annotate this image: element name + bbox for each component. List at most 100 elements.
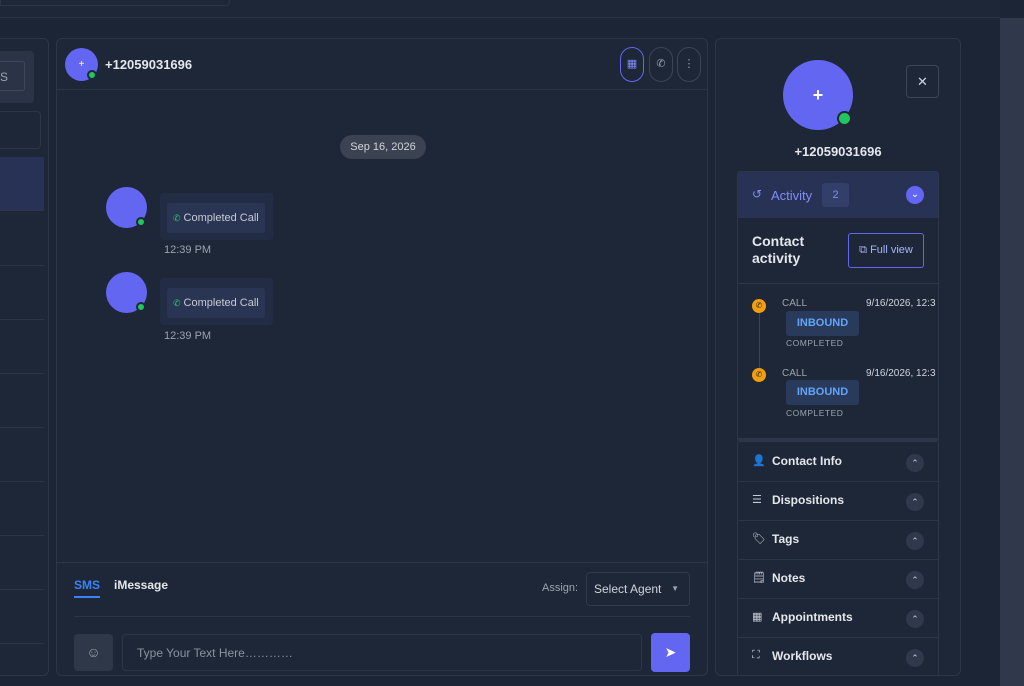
activity-date: 9/16/2026, 12:3 xyxy=(866,298,936,309)
full-view-label: Full view xyxy=(870,244,913,256)
conversation-item[interactable] xyxy=(0,482,44,536)
section-appointments[interactable]: ▦ Appointments ⌃ xyxy=(737,598,939,638)
chevron-up-icon[interactable]: ⌃ xyxy=(906,493,924,511)
top-bar xyxy=(0,0,1000,18)
grid-icon: ▦ xyxy=(626,58,638,70)
agent-select-value: Select Agent xyxy=(594,582,662,596)
emoji-button[interactable]: ☺ xyxy=(74,634,113,671)
call-button[interactable]: ✆ xyxy=(649,47,673,82)
close-icon: ✕ xyxy=(917,74,928,89)
conversation-item[interactable] xyxy=(0,428,44,482)
external-link-icon: ⧉ xyxy=(859,244,867,256)
direction-badge: INBOUND xyxy=(786,380,859,405)
section-label: Notes xyxy=(772,571,806,585)
calendar-icon: ▦ xyxy=(752,611,763,623)
conversation-item[interactable] xyxy=(0,374,44,428)
activity-section: ↺ Activity 2 ⌄ Contact activity ⧉ Full v… xyxy=(737,171,939,442)
note-icon: 🗒 xyxy=(752,572,766,584)
section-workflows[interactable]: ⛶ Workflows ⌃ xyxy=(737,637,939,675)
message-composer: SMS iMessage Assign: Select Agent ▼ ☺ ➤ xyxy=(57,562,707,675)
caret-down-icon: ▼ xyxy=(671,584,679,593)
chevron-up-icon[interactable]: ⌃ xyxy=(906,610,924,628)
call-message-card[interactable]: ✆ Completed Call xyxy=(160,193,273,240)
call-message-content: ✆ Completed Call xyxy=(167,288,265,318)
more-options-button[interactable]: ⋮ xyxy=(677,47,701,82)
contact-details-panel: + ✕ +12059031696 ↺ Activity 2 ⌄ Contact … xyxy=(715,38,961,676)
tab-imessage[interactable]: iMessage xyxy=(114,578,168,592)
tab-sms[interactable]: SMS xyxy=(74,578,101,598)
chevron-up-icon[interactable]: ⌃ xyxy=(906,454,924,472)
section-label: Appointments xyxy=(772,610,853,624)
call-message-card[interactable]: ✆ Completed Call xyxy=(160,278,273,325)
call-message-label: Completed Call xyxy=(183,297,259,309)
conversation-item[interactable] xyxy=(0,266,44,320)
call-completed-icon: ✆ xyxy=(173,298,181,308)
activity-date: 9/16/2026, 12:3 xyxy=(866,368,936,379)
section-contact-info[interactable]: 👤 Contact Info ⌃ xyxy=(737,442,939,482)
message-time: 12:39 PM xyxy=(164,330,212,342)
online-status-dot xyxy=(136,217,146,227)
top-tab[interactable] xyxy=(0,0,230,6)
direction-badge: INBOUND xyxy=(786,311,859,336)
composer-divider xyxy=(74,616,690,617)
date-separator: Sep 16, 2026 xyxy=(340,135,426,159)
call-icon: ✆ xyxy=(752,368,766,382)
tag-icon: 🏷 xyxy=(752,533,766,545)
contact-number: +12059031696 xyxy=(105,57,193,72)
chevron-up-icon[interactable]: ⌃ xyxy=(906,649,924,667)
section-tags[interactable]: 🏷 Tags ⌃ xyxy=(737,520,939,560)
online-status-dot xyxy=(87,70,97,80)
conversation-item[interactable] xyxy=(0,157,44,211)
conversation-item[interactable] xyxy=(0,320,44,374)
full-view-button[interactable]: ⧉ Full view xyxy=(848,233,924,268)
chat-panel: + +12059031696 ▦ ✆ ⋮ Sep 16, 2026 ✆ Compl… xyxy=(56,38,708,676)
section-label: Dispositions xyxy=(772,493,845,507)
send-button[interactable]: ➤ xyxy=(651,633,690,672)
emoji-icon: ☺ xyxy=(86,644,101,660)
agent-select[interactable]: Select Agent ▼ xyxy=(586,572,690,606)
phone-icon: ✆ xyxy=(656,58,666,70)
section-label: Contact Info xyxy=(772,454,842,468)
page-scrollbar[interactable] xyxy=(1000,18,1024,686)
grid-view-button[interactable]: ▦ xyxy=(620,47,644,82)
message-time: 12:39 PM xyxy=(164,244,212,256)
message-input[interactable] xyxy=(122,634,642,671)
activity-type: CALL xyxy=(782,298,808,309)
call-message-content: ✆ Completed Call xyxy=(167,203,265,233)
chevron-down-icon[interactable]: ⌄ xyxy=(906,186,924,204)
filter-box[interactable]: S xyxy=(0,51,34,103)
close-button[interactable]: ✕ xyxy=(906,65,939,98)
section-label: Workflows xyxy=(772,649,833,663)
chevron-up-icon[interactable]: ⌃ xyxy=(906,532,924,550)
send-icon: ➤ xyxy=(664,644,677,660)
conversation-search[interactable] xyxy=(0,111,41,149)
more-icon: ⋮ xyxy=(683,58,695,70)
chat-header: + +12059031696 ▦ ✆ ⋮ xyxy=(57,39,707,90)
activity-status: COMPLETED xyxy=(786,338,844,348)
conversation-list-panel: S xyxy=(0,38,49,676)
user-icon: 👤 xyxy=(752,455,766,467)
online-status-dot xyxy=(837,111,852,126)
history-icon: ↺ xyxy=(752,187,763,201)
assign-label: Assign: xyxy=(542,582,579,594)
activity-label: Activity xyxy=(771,188,813,203)
section-dispositions[interactable]: ☰ Dispositions ⌃ xyxy=(737,481,939,521)
chevron-up-icon[interactable]: ⌃ xyxy=(906,571,924,589)
timeline-line xyxy=(759,312,760,374)
section-label: Tags xyxy=(772,532,800,546)
list-filter-icon: ☰ xyxy=(752,494,762,506)
contact-name: +12059031696 xyxy=(794,144,882,159)
activity-status: COMPLETED xyxy=(786,408,844,418)
activity-header[interactable]: ↺ Activity 2 ⌄ xyxy=(738,172,938,218)
call-message-label: Completed Call xyxy=(183,212,259,224)
online-status-dot xyxy=(136,302,146,312)
contact-activity-title: Contact activity xyxy=(752,233,805,266)
filter-box-inner: S xyxy=(0,61,25,91)
conversation-item[interactable] xyxy=(0,590,44,644)
conversation-item[interactable] xyxy=(0,536,44,590)
workflow-icon: ⛶ xyxy=(752,649,760,661)
section-notes[interactable]: 🗒 Notes ⌃ xyxy=(737,559,939,599)
call-icon: ✆ xyxy=(752,299,766,313)
conversation-item[interactable] xyxy=(0,212,44,266)
activity-type: CALL xyxy=(782,368,808,379)
